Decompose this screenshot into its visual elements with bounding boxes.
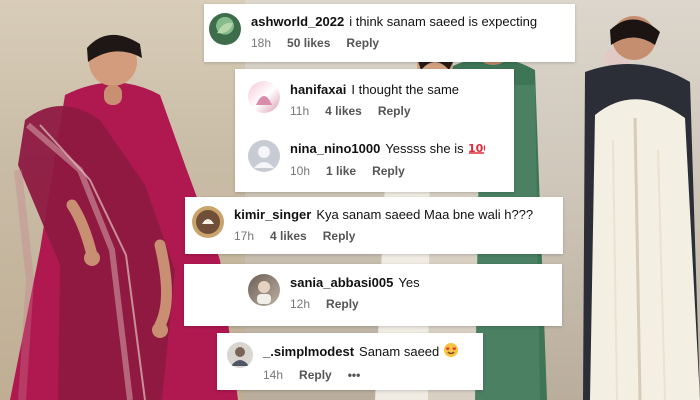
likes-count[interactable]: 4 likes [270, 229, 307, 243]
username[interactable]: hanifaxai [290, 82, 346, 97]
photo-avatar-icon [257, 281, 271, 304]
comment-time: 17h [234, 229, 255, 243]
comment-body-2: hanifaxai I thought the same 11h 4 likes Re… [290, 81, 459, 118]
comment-text: i think sanam saeed is expecting [349, 14, 538, 29]
photo-avatar-icon [196, 210, 220, 234]
username[interactable]: kimir_singer [234, 207, 311, 222]
avatar-simplmodest[interactable] [227, 342, 253, 368]
username[interactable]: sania_abbasi005 [290, 275, 393, 290]
comment-meta-3: 10h 1 like Reply [290, 164, 485, 178]
comment-body-5: sania_abbasi005 Yes 12h Reply [290, 274, 420, 311]
comment-time: 14h [263, 368, 284, 382]
comment-time: 10h [290, 164, 311, 179]
leaf-avatar-icon [217, 22, 233, 34]
avatar-ashworld[interactable] [209, 13, 241, 45]
comment-card-2: hanifaxai I thought the same 11h 4 likes Re… [235, 69, 514, 192]
comment-row-5: sania_abbasi005 Yes 12h Reply [248, 274, 420, 311]
comment-line-2: hanifaxai I thought the same [290, 81, 459, 99]
reply-link[interactable]: Reply [323, 229, 356, 243]
comment-text: Yes [398, 275, 420, 290]
hundred-emoji-icon: 100 [468, 140, 491, 159]
svg-text:100: 100 [468, 142, 485, 154]
comment-row-2: hanifaxai I thought the same 11h 4 likes Re… [248, 81, 459, 118]
comment-card-6: _.simplmodest Sanam saeed 14h Reply ••• [217, 333, 483, 390]
comment-meta-2: 11h 4 likes Reply [290, 104, 459, 118]
avatar-sania[interactable] [248, 274, 280, 306]
comment-row-1: ashworld_2022 i think sanam saeed is expe… [209, 13, 537, 50]
comment-meta-6: 14h Reply ••• [263, 368, 459, 382]
comment-meta-5: 12h Reply [290, 297, 420, 311]
reply-link[interactable]: Reply [378, 104, 411, 118]
comment-row-4: kimir_singer Kya sanam saeed Maa bne wali… [192, 206, 533, 243]
comment-line-6: _.simplmodest Sanam saeed [263, 342, 459, 363]
comment-text: Sanam saeed [359, 343, 440, 359]
username[interactable]: ashworld_2022 [251, 14, 344, 29]
avatar-hanifaxai[interactable] [248, 81, 280, 113]
comment-line-1: ashworld_2022 i think sanam saeed is expe… [251, 13, 537, 31]
comment-card-4: kimir_singer Kya sanam saeed Maa bne wali… [185, 197, 563, 254]
avatar-kimir[interactable] [192, 206, 224, 238]
likes-count[interactable]: 1 like [326, 164, 356, 178]
comment-card-1: ashworld_2022 i think sanam saeed is expe… [204, 4, 575, 62]
reply-link[interactable]: Reply [326, 297, 359, 311]
reply-link[interactable]: Reply [372, 164, 405, 178]
comment-meta-1: 18h 50 likes Reply [251, 36, 537, 50]
comment-text: I thought the same [351, 82, 460, 97]
default-user-icon [254, 146, 274, 168]
comment-body-4: kimir_singer Kya sanam saeed Maa bne wali… [234, 206, 533, 243]
comment-time: 11h [290, 104, 310, 118]
comment-meta-4: 17h 4 likes Reply [234, 229, 533, 243]
comment-time: 12h [290, 297, 311, 311]
reply-link[interactable]: Reply [346, 36, 379, 50]
username[interactable]: _.simplmodest [263, 344, 354, 359]
comment-line-3: nina_nino1000 Yessss she is 100 [290, 140, 491, 159]
comment-line-4: kimir_singer Kya sanam saeed Maa bne wali… [234, 206, 533, 224]
avatar-nina[interactable] [248, 140, 280, 172]
comment-card-5: sania_abbasi005 Yes 12h Reply [184, 264, 562, 326]
likes-count[interactable]: 50 likes [287, 36, 330, 50]
username[interactable]: nina_nino1000 [290, 141, 380, 156]
comment-body-1: ashworld_2022 i think sanam saeed is expe… [251, 13, 537, 50]
comment-time: 18h [251, 36, 272, 50]
more-options-icon[interactable]: ••• [348, 368, 361, 382]
comment-line-5: sania_abbasi005 Yes [290, 274, 420, 292]
likes-count[interactable]: 4 likes [325, 104, 362, 118]
hijab-avatar-icon [256, 96, 272, 105]
comment-body-3: nina_nino1000 Yessss she is 100 10h 1 like R… [290, 140, 491, 178]
comment-body-6: _.simplmodest Sanam saeed 14h Reply ••• [263, 342, 459, 382]
comment-row-6: _.simplmodest Sanam saeed 14h Reply ••• [227, 342, 459, 382]
comment-text: Kya sanam saeed Maa bne wali h??? [316, 207, 534, 222]
reply-link[interactable]: Reply [299, 368, 332, 382]
comment-text: Yessss she is [385, 141, 464, 156]
photo-avatar-icon [231, 347, 249, 366]
heart-eyes-emoji-icon [443, 342, 459, 363]
comment-row-3: nina_nino1000 Yessss she is 100 10h 1 like R… [248, 140, 491, 178]
